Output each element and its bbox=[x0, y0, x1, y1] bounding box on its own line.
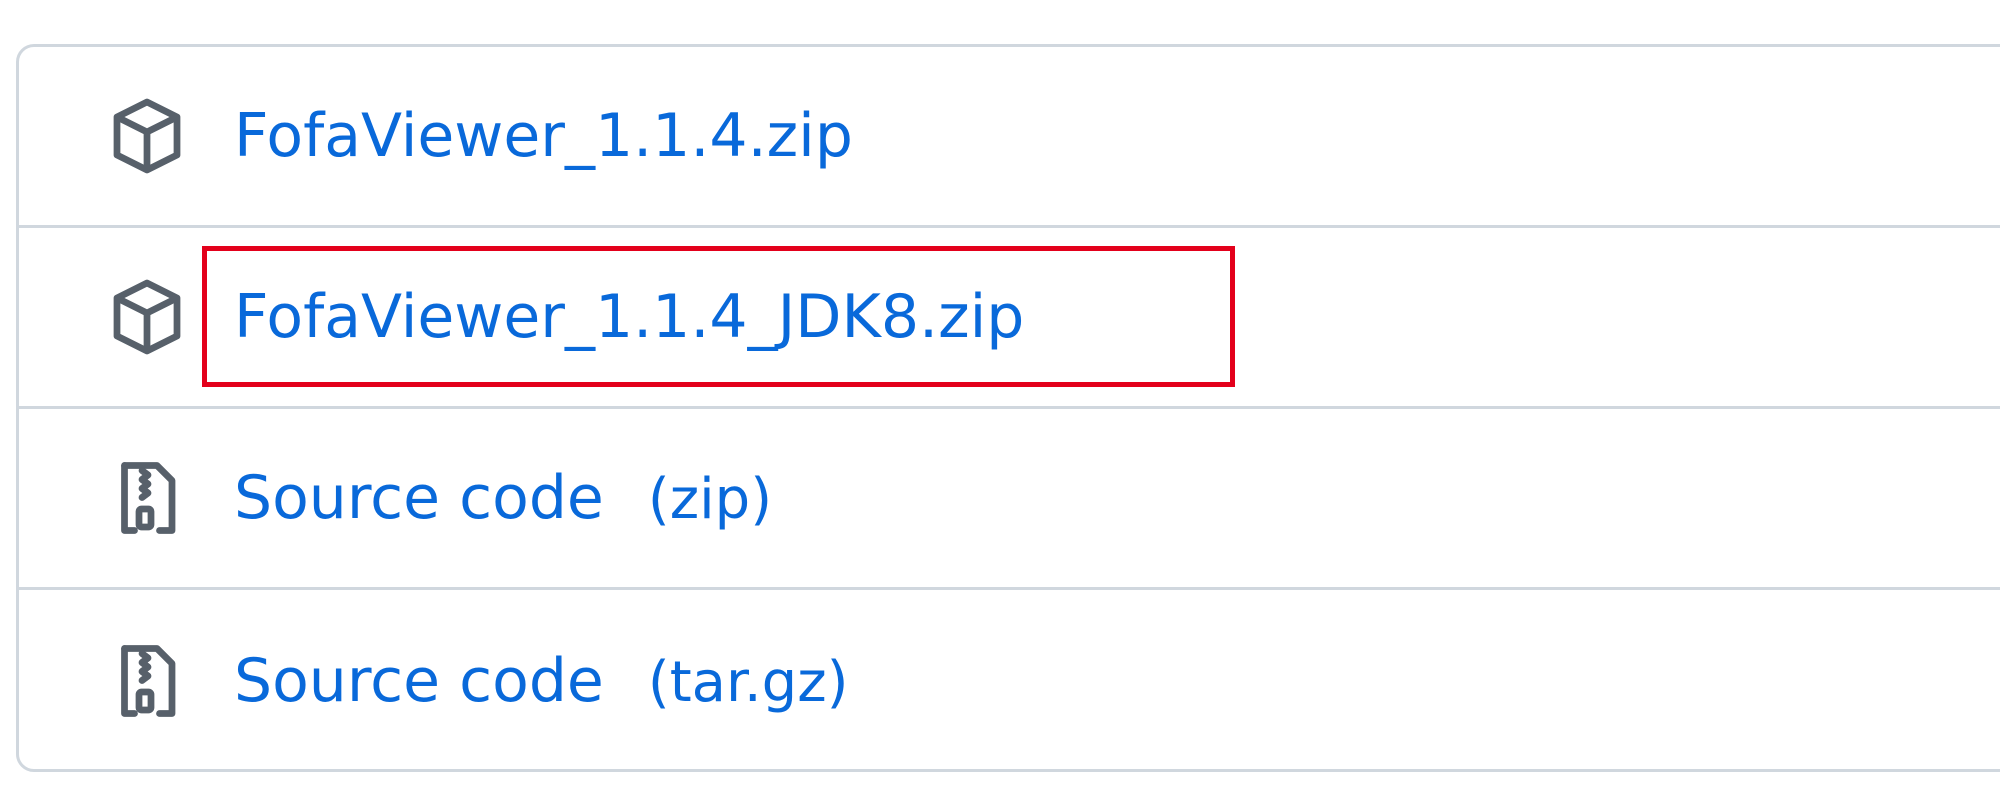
asset-format-suffix: (zip) bbox=[647, 467, 773, 532]
package-icon bbox=[107, 96, 187, 176]
asset-label: FofaViewer_1.1.4_JDK8.zip bbox=[234, 282, 1025, 352]
asset-row: Source code (zip) bbox=[19, 409, 2000, 590]
asset-label: FofaViewer_1.1.4.zip bbox=[234, 101, 853, 171]
source-code-zip-link[interactable]: Source code (zip) bbox=[234, 468, 772, 528]
asset-row: Source code (tar.gz) bbox=[19, 590, 2000, 771]
asset-row: FofaViewer_1.1.4_JDK8.zip bbox=[19, 228, 2000, 409]
asset-label: Source code bbox=[234, 463, 604, 533]
package-icon bbox=[107, 277, 187, 357]
asset-label: Source code bbox=[234, 645, 604, 716]
asset-link-fofaviewer-jdk8-zip[interactable]: FofaViewer_1.1.4_JDK8.zip bbox=[234, 287, 1024, 347]
file-zip-icon bbox=[107, 458, 187, 538]
asset-row: FofaViewer_1.1.4.zip bbox=[19, 47, 2000, 228]
asset-format-suffix: (tar.gz) bbox=[647, 649, 849, 715]
asset-link-fofaviewer-zip[interactable]: FofaViewer_1.1.4.zip bbox=[234, 106, 853, 166]
release-assets-list: FofaViewer_1.1.4.zip FofaViewer_1.1.4_JD… bbox=[16, 44, 2000, 772]
source-code-tar-gz-link[interactable]: Source code (tar.gz) bbox=[234, 651, 848, 711]
file-zip-icon bbox=[107, 641, 187, 721]
